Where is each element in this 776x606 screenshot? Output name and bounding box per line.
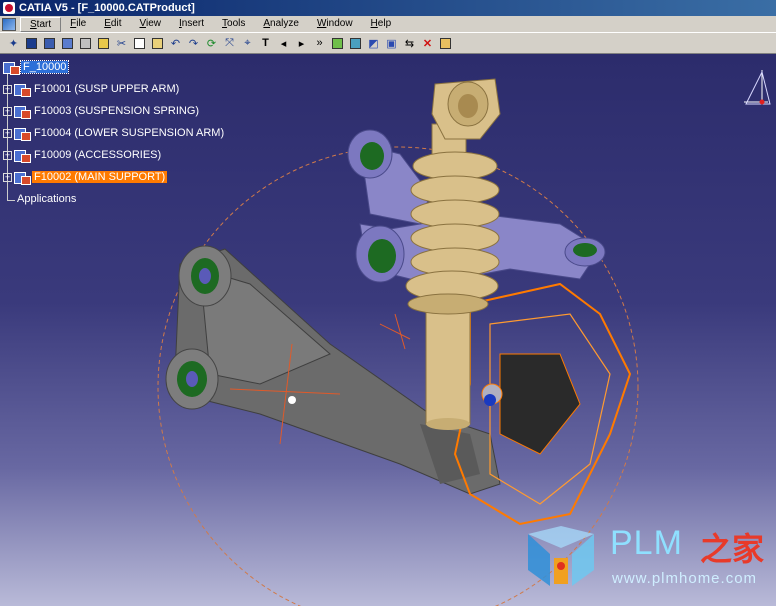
tree-item-main-support[interactable]: + F10002 (MAIN SUPPORT) xyxy=(3,169,168,185)
delete-icon[interactable]: ✕ xyxy=(420,36,435,51)
undo-icon[interactable]: ↶ xyxy=(168,36,183,51)
tree-item-label[interactable]: F10009 (ACCESSORIES) xyxy=(32,149,163,161)
menu-file[interactable]: File xyxy=(61,16,95,32)
menu-window[interactable]: Window xyxy=(308,16,362,32)
tree-root-label[interactable]: F_10000 xyxy=(19,60,70,74)
part-icon xyxy=(14,104,31,119)
expand-icon[interactable]: + xyxy=(3,172,12,182)
tree-item-applications[interactable]: Applications xyxy=(15,191,78,207)
plmhome-watermark: PLM 之家 www.plmhome.com xyxy=(524,520,774,602)
menu-view[interactable]: View xyxy=(130,16,170,32)
menu-tools[interactable]: Tools xyxy=(213,16,254,32)
expand-icon[interactable]: + xyxy=(3,128,12,138)
document-icon[interactable] xyxy=(2,17,16,31)
3d-viewport[interactable]: F_10000 + F10001 (SUSP UPPER ARM) + F100… xyxy=(0,54,776,606)
tree-item-label[interactable]: F10003 (SUSPENSION SPRING) xyxy=(32,105,201,117)
title-bar: CATIA V5 - [F_10000.CATProduct] xyxy=(0,0,776,16)
product-icon xyxy=(3,60,20,75)
cut-icon[interactable]: ✂ xyxy=(114,36,129,51)
standard-toolbar: ✦ ✂ ↶ ↷ ⟳ ⤧ ⌖ T ◂ ▸ » ◩ ▣ ⇆ ✕ xyxy=(0,32,776,54)
window-title: CATIA V5 - [F_10000.CATProduct] xyxy=(19,2,195,14)
menu-bar: Start File Edit View Insert Tools Analyz… xyxy=(0,16,776,32)
fly-icon[interactable]: ⤧ xyxy=(222,36,237,51)
swap-icon[interactable]: ⇆ xyxy=(402,36,417,51)
menu-analyze[interactable]: Analyze xyxy=(254,16,308,32)
watermark-brand-cn: 之家 xyxy=(700,530,765,568)
normal-view-icon[interactable] xyxy=(330,36,345,51)
multi-view-icon[interactable] xyxy=(348,36,363,51)
tree-item-lower-suspension-arm[interactable]: + F10004 (LOWER SUSPENSION ARM) xyxy=(3,125,226,141)
expand-icon[interactable]: + xyxy=(3,150,12,160)
tree-item-label[interactable]: F10002 (MAIN SUPPORT) xyxy=(32,171,168,183)
tree-item-label[interactable]: F10001 (SUSP UPPER ARM) xyxy=(32,83,181,95)
zoom-icon[interactable]: ⌖ xyxy=(240,36,255,51)
tree-item-label[interactable]: Applications xyxy=(15,193,78,205)
hide-icon[interactable]: ▣ xyxy=(384,36,399,51)
tree-item-suspension-spring[interactable]: + F10003 (SUSPENSION SPRING) xyxy=(3,103,201,119)
shading-icon[interactable]: ◩ xyxy=(366,36,381,51)
save-icon[interactable] xyxy=(24,36,39,51)
arrow-right-icon[interactable]: ▸ xyxy=(294,36,309,51)
tree-root[interactable]: F_10000 xyxy=(3,59,70,75)
tree-item-label[interactable]: F10004 (LOWER SUSPENSION ARM) xyxy=(32,127,226,139)
suspension-spring xyxy=(405,78,501,430)
text-icon[interactable]: T xyxy=(258,36,273,51)
expand-icon[interactable]: + xyxy=(3,106,12,116)
watermark-brand: PLM xyxy=(610,524,683,562)
open-icon[interactable] xyxy=(96,36,111,51)
update-icon[interactable]: ⟳ xyxy=(204,36,219,51)
clipboard-icon[interactable] xyxy=(438,36,453,51)
save-all-icon[interactable] xyxy=(42,36,57,51)
arrow-double-icon[interactable]: » xyxy=(312,36,327,51)
part-icon xyxy=(14,148,31,163)
specification-tree: F_10000 + F10001 (SUSP UPPER ARM) + F100… xyxy=(0,54,300,214)
print-icon[interactable] xyxy=(78,36,93,51)
redo-icon[interactable]: ↷ xyxy=(186,36,201,51)
watermark-url: www.plmhome.com xyxy=(612,570,758,587)
menu-help[interactable]: Help xyxy=(362,16,401,32)
new-icon[interactable]: ✦ xyxy=(6,36,21,51)
plmhome-logo-icon xyxy=(528,526,594,586)
menu-start[interactable]: Start xyxy=(20,16,62,32)
part-icon xyxy=(14,82,31,97)
part-icon xyxy=(14,126,31,141)
menu-edit[interactable]: Edit xyxy=(95,16,130,32)
expand-icon[interactable]: + xyxy=(3,84,12,94)
catia-app-icon xyxy=(3,2,15,14)
part-icon xyxy=(14,170,31,185)
copy-icon[interactable] xyxy=(132,36,147,51)
tree-item-accessories[interactable]: + F10009 (ACCESSORIES) xyxy=(3,147,163,163)
save-mgmt-icon[interactable] xyxy=(60,36,75,51)
compass-icon[interactable] xyxy=(738,64,772,112)
arrow-left-icon[interactable]: ◂ xyxy=(276,36,291,51)
tree-item-susp-upper-arm[interactable]: + F10001 (SUSP UPPER ARM) xyxy=(3,81,181,97)
compass-center xyxy=(288,396,296,404)
paste-icon[interactable] xyxy=(150,36,165,51)
menu-insert[interactable]: Insert xyxy=(170,16,213,32)
